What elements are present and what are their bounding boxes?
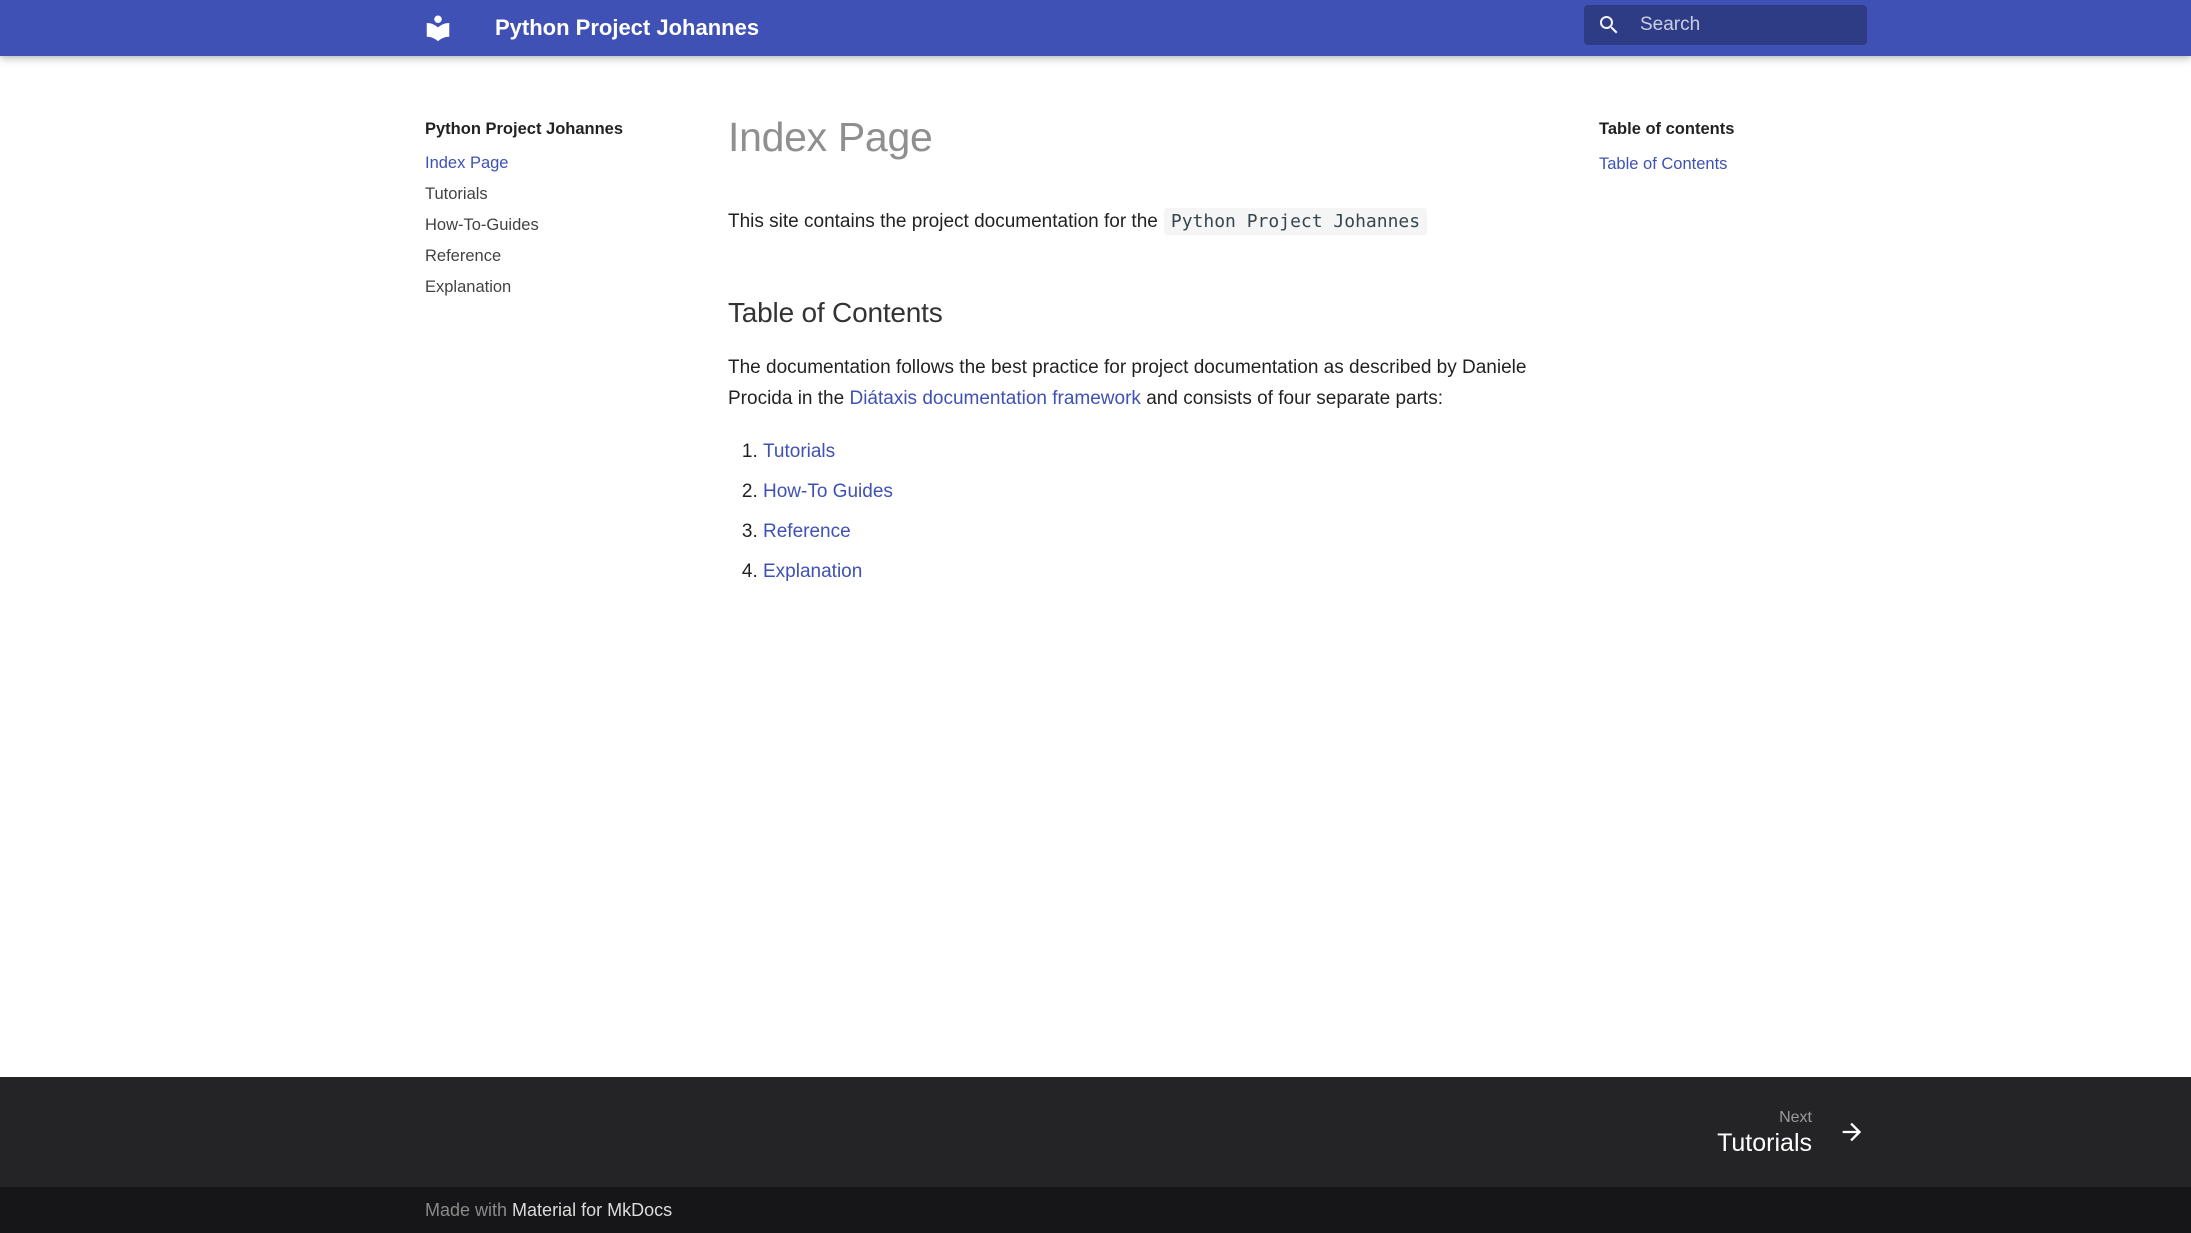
list-link-tutorials[interactable]: Tutorials	[763, 441, 835, 462]
site-title[interactable]: Python Project Johannes	[495, 0, 759, 56]
site-logo-icon[interactable]	[423, 13, 453, 43]
sidebar-title: Python Project Johannes	[425, 119, 695, 139]
list-item: Explanation	[763, 557, 1668, 587]
list-item: Tutorials	[763, 437, 1668, 467]
search-box[interactable]	[1584, 5, 1867, 45]
made-with-text: Made with Material for MkDocs	[425, 1187, 672, 1233]
footer-next-text: Next Tutorials	[1717, 1107, 1812, 1158]
list-link-explanation[interactable]: Explanation	[763, 561, 862, 582]
sidebar-item-index-page[interactable]: Index Page	[425, 148, 695, 179]
mkdocs-brand-link[interactable]: Material for MkDocs	[512, 1200, 672, 1220]
sidebar-item-tutorials[interactable]: Tutorials	[425, 179, 695, 210]
body-text-line2-prefix: Procida in the	[728, 388, 849, 409]
parts-list: Tutorials How-To Guides Reference Explan…	[728, 437, 1668, 587]
sidebar-item-how-to-guides[interactable]: How-To-Guides	[425, 210, 695, 241]
sidebar-item-reference[interactable]: Reference	[425, 241, 695, 272]
made-with-prefix: Made with	[425, 1200, 512, 1220]
footer: Next Tutorials	[0, 1077, 2191, 1187]
main-content: Index Page This site contains the projec…	[728, 0, 1668, 597]
list-item: Reference	[763, 517, 1668, 547]
sidebar-item-explanation[interactable]: Explanation	[425, 272, 695, 303]
body-text-line2-suffix: and consists of four separate parts:	[1141, 388, 1443, 409]
list-item: How-To Guides	[763, 477, 1668, 507]
list-link-reference[interactable]: Reference	[763, 521, 851, 542]
footer-next-title: Tutorials	[1717, 1128, 1812, 1158]
inline-code: Python Project Johannes	[1164, 208, 1427, 235]
intro-text: This site contains the project documenta…	[728, 211, 1158, 232]
section-heading: Table of Contents	[728, 295, 1668, 330]
body-text-line1: The documentation follows the best pract…	[728, 357, 1526, 378]
page-title: Index Page	[728, 111, 1668, 163]
body-paragraph: The documentation follows the best pract…	[728, 352, 1668, 414]
footer-next-label: Next	[1779, 1107, 1812, 1128]
page: Python Project Johannes Python Project J…	[0, 0, 2191, 1233]
list-link-how-to-guides[interactable]: How-To Guides	[763, 481, 893, 502]
arrow-right-icon	[1838, 1118, 1866, 1146]
sidebar-nav-list: Index Page Tutorials How-To-Guides Refer…	[425, 148, 695, 303]
intro-paragraph: This site contains the project documenta…	[728, 207, 1668, 237]
search-input[interactable]	[1638, 5, 1856, 45]
search-icon	[1597, 13, 1621, 37]
diataxis-framework-link[interactable]: Diátaxis documentation framework	[849, 388, 1140, 409]
header: Python Project Johannes	[0, 0, 2191, 56]
footer-meta: Made with Material for MkDocs	[0, 1187, 2191, 1233]
footer-next-link[interactable]: Next Tutorials	[1717, 1077, 1866, 1187]
